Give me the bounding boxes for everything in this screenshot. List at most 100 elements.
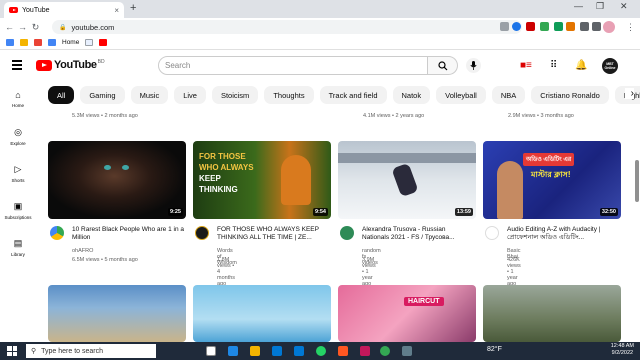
video-thumbnail[interactable] <box>193 285 331 342</box>
youtube-header: YouTube BD Search ■≡ ⠿ 🔔 MBT Online <box>0 50 640 82</box>
thumbnail-text: অডিও এডিটিং এর <box>523 153 575 166</box>
video-title[interactable]: Alexandra Trusova - Russian Nationals 20… <box>362 226 474 242</box>
create-video-icon[interactable]: ■≡ <box>520 60 532 71</box>
chip-all[interactable]: All <box>48 86 75 104</box>
mail-icon[interactable] <box>294 346 304 356</box>
chips-next-chevron-icon[interactable]: › <box>624 88 634 99</box>
video-title[interactable]: FOR THOSE WHO ALWAYS KEEP THINKING ALL T… <box>217 226 329 242</box>
reload-icon[interactable]: ↻ <box>29 22 42 33</box>
file-explorer-icon[interactable] <box>250 346 260 356</box>
back-icon[interactable]: ← <box>3 22 16 32</box>
scrollbar-thumb[interactable] <box>635 160 639 202</box>
channel-avatar[interactable] <box>340 226 354 240</box>
video-thumbnail[interactable] <box>483 285 621 342</box>
presenter-figure <box>497 161 523 219</box>
microphone-icon <box>470 61 477 70</box>
youtube-logo[interactable]: YouTube BD <box>36 59 105 71</box>
voice-search-button[interactable] <box>466 58 481 73</box>
library-icon: ▤ <box>13 238 23 248</box>
notifications-bell-icon[interactable]: 🔔 <box>575 60 587 71</box>
menu-icon[interactable] <box>12 60 22 72</box>
bookmark-folder-icon[interactable] <box>20 39 28 46</box>
clock-date: 9/2/2022 <box>611 350 634 356</box>
filter-chips-bar: All Gaming Music Live Stoicism Thoughts … <box>44 85 640 105</box>
chip-thoughts[interactable]: Thoughts <box>264 86 314 104</box>
youtube-play-icon <box>36 59 52 71</box>
chip-volleyball[interactable]: Volleyball <box>436 86 486 104</box>
monk-figure <box>281 155 311 205</box>
bookmark-icon[interactable] <box>34 39 42 46</box>
chip-cristiano-ronaldo[interactable]: Cristiano Ronaldo <box>531 86 609 104</box>
video-thumbnail[interactable]: FOR THOSE WHO ALWAYS KEEP THINKING 9:54 <box>193 141 331 219</box>
video-thumbnail[interactable]: 9:25 <box>48 141 186 219</box>
app-icon[interactable] <box>402 346 412 356</box>
windows-start-icon[interactable] <box>7 346 17 356</box>
channel-avatar[interactable] <box>195 226 209 240</box>
forward-icon[interactable]: → <box>16 22 29 32</box>
edge-icon[interactable] <box>228 346 238 356</box>
eye-left <box>104 165 111 170</box>
video-meta: 4.1M views • 2 years ago <box>363 113 425 119</box>
rail-item-library[interactable]: ▤ Library <box>0 238 36 257</box>
rail-label: Library <box>11 252 25 257</box>
video-meta: 5.3M views • 2 months ago <box>72 113 138 119</box>
video-thumbnail[interactable]: অডিও এডিটিং এর মাস্টার ক্লাস! 32:50 <box>483 141 621 219</box>
video-meta: 426K views • 1 year ago <box>507 257 521 287</box>
system-clock[interactable]: 12:48 AM 9/2/2022 <box>611 343 634 357</box>
video-meta: 1.8M views • 4 months ago <box>217 257 236 287</box>
clock-time: 12:48 AM <box>610 343 634 349</box>
taskbar-search-input[interactable]: ⚲ Type here to search <box>26 344 156 358</box>
chip-nba[interactable]: NBA <box>491 86 526 104</box>
video-thumbnail[interactable] <box>48 285 186 342</box>
rail-item-explore[interactable]: ◎ Explore <box>0 127 36 146</box>
weather-widget[interactable]: 82°F <box>487 346 502 353</box>
video-meta: 3.9M views • 1 year ago <box>362 257 376 287</box>
video-duration: 32:50 <box>599 208 618 216</box>
video-title[interactable]: Audio Editing A-Z with Audacity | প্রোফে… <box>507 226 619 242</box>
shorts-icon: ▷ <box>14 164 22 174</box>
task-view-icon[interactable] <box>206 346 216 356</box>
chrome-icon[interactable] <box>380 346 390 356</box>
chip-music[interactable]: Music <box>130 86 169 104</box>
channel-avatar[interactable] <box>485 226 499 240</box>
thumbnail-text: HAIRCUT <box>404 297 444 306</box>
apps-icon[interactable] <box>6 39 14 46</box>
rail-label: Home <box>11 103 24 108</box>
rail-label: Explore <box>10 141 26 146</box>
rail-item-subscriptions[interactable]: ▣ Subscriptions <box>0 201 36 220</box>
chip-gaming[interactable]: Gaming <box>80 86 125 104</box>
logo-wordmark: YouTube <box>54 59 97 71</box>
rink-boards <box>338 153 476 163</box>
channel-name[interactable]: ohAFRO <box>72 248 93 254</box>
store-icon[interactable] <box>272 346 282 356</box>
chip-track-and-field[interactable]: Track and field <box>319 86 387 104</box>
eye-right <box>122 165 129 170</box>
video-title[interactable]: 10 Rarest Black People Who are 1 in a Mi… <box>72 226 184 242</box>
apps-grid-icon[interactable]: ⠿ <box>550 60 557 71</box>
thumbnail-text: FOR THOSE WHO ALWAYS KEEP THINKING <box>199 152 254 194</box>
country-code: BD <box>97 58 105 65</box>
chip-live[interactable]: Live <box>174 86 206 104</box>
whatsapp-icon[interactable] <box>316 346 326 356</box>
rail-label: Subscriptions <box>4 215 32 220</box>
browser-menu-icon[interactable]: ⋮ <box>624 22 637 33</box>
video-thumbnail[interactable]: 13:59 <box>338 141 476 219</box>
rail-item-shorts[interactable]: ▷ Shorts <box>0 164 36 183</box>
video-meta: 6.5M views • 5 months ago <box>72 257 138 263</box>
app-icon[interactable] <box>360 346 370 356</box>
chip-stoicism[interactable]: Stoicism <box>211 86 259 104</box>
account-avatar[interactable]: MBT Online <box>602 58 618 74</box>
video-thumbnail[interactable]: HAIRCUT <box>338 285 476 342</box>
search-input[interactable]: Search <box>158 56 428 75</box>
search-button[interactable] <box>428 56 458 75</box>
compass-icon: ◎ <box>14 127 22 137</box>
page-scrollbar[interactable] <box>634 82 640 342</box>
channel-avatar[interactable] <box>50 226 64 240</box>
brave-icon[interactable] <box>338 346 348 356</box>
guide-rail: ⌂ Home ◎ Explore ▷ Shorts ▣ Subscription… <box>0 82 36 342</box>
video-duration: 9:25 <box>167 208 183 216</box>
rail-item-home[interactable]: ⌂ Home <box>0 90 36 108</box>
chip-natok[interactable]: Natok <box>392 86 431 104</box>
taskbar-search-placeholder: Type here to search <box>41 347 104 355</box>
video-duration: 9:54 <box>312 208 328 216</box>
